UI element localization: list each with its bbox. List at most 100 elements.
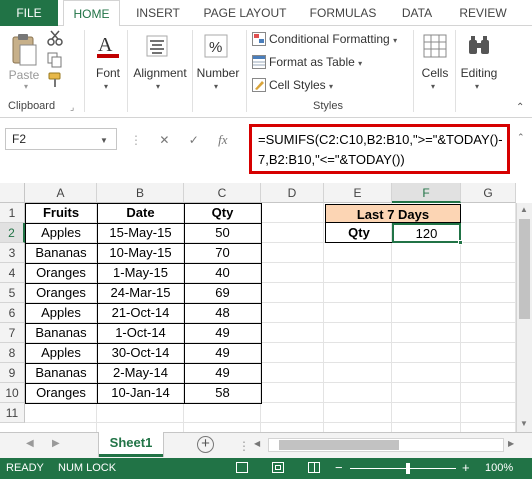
- selected-cell-f2[interactable]: 120: [392, 223, 461, 243]
- cell-styles-button[interactable]: Cell Styles ▾: [269, 78, 333, 92]
- table-cell[interactable]: Apples: [25, 343, 97, 363]
- table-cell[interactable]: 30-Oct-14: [97, 343, 184, 363]
- column-header-b[interactable]: B: [97, 183, 184, 203]
- table-cell[interactable]: Apples: [25, 223, 97, 243]
- row-header-2[interactable]: 2: [0, 223, 25, 243]
- summary-title-cell[interactable]: Last 7 Days: [325, 204, 461, 223]
- page-layout-view-icon[interactable]: [272, 462, 284, 473]
- table-cell[interactable]: 58: [184, 383, 261, 403]
- sheet-tab-sheet1[interactable]: Sheet1: [99, 432, 163, 457]
- format-as-table-button[interactable]: Format as Table ▾: [269, 55, 362, 69]
- paste-icon[interactable]: [10, 32, 38, 71]
- percent-icon[interactable]: %: [204, 34, 228, 61]
- new-sheet-icon[interactable]: +: [197, 436, 214, 453]
- enter-icon[interactable]: ✓: [189, 133, 199, 147]
- row-header-5[interactable]: 5: [0, 283, 25, 303]
- table-cell[interactable]: 69: [184, 283, 261, 303]
- table-cell[interactable]: 49: [184, 323, 261, 343]
- scroll-down-icon[interactable]: ▼: [520, 419, 528, 428]
- scroll-left-icon[interactable]: ◀: [254, 439, 260, 448]
- table-cell[interactable]: Bananas: [25, 243, 97, 263]
- table-cell[interactable]: Apples: [25, 303, 97, 323]
- vertical-scroll-thumb[interactable]: [519, 219, 530, 319]
- font-icon[interactable]: A: [94, 32, 122, 63]
- cell-styles-icon[interactable]: [252, 78, 266, 95]
- editing-dropdown-icon[interactable]: ▾: [475, 82, 479, 91]
- table-cell[interactable]: Oranges: [25, 283, 97, 303]
- hscroll-splitter-icon[interactable]: ⋮: [238, 439, 250, 453]
- tab-file[interactable]: FILE: [0, 0, 58, 26]
- row-header-10[interactable]: 10: [0, 383, 25, 403]
- binoculars-icon[interactable]: [467, 34, 491, 61]
- table-cell[interactable]: Oranges: [25, 383, 97, 403]
- zoom-in-button[interactable]: +: [462, 460, 470, 475]
- row-header-11[interactable]: 11: [0, 403, 25, 423]
- row-header-1[interactable]: 1: [0, 203, 25, 223]
- next-sheet-icon[interactable]: ▶: [52, 438, 60, 449]
- column-header-e[interactable]: E: [324, 183, 392, 203]
- table-cell[interactable]: 24-Mar-15: [97, 283, 184, 303]
- table-cell[interactable]: Bananas: [25, 323, 97, 343]
- row-header-9[interactable]: 9: [0, 363, 25, 383]
- number-label[interactable]: Number: [193, 66, 243, 80]
- paste-dropdown-icon[interactable]: ▾: [24, 82, 28, 91]
- tab-data[interactable]: DATA: [392, 0, 442, 26]
- tab-review[interactable]: REVIEW: [448, 0, 518, 26]
- table-cell[interactable]: 21-Oct-14: [97, 303, 184, 323]
- font-label[interactable]: Font: [88, 66, 128, 80]
- column-header-g[interactable]: G: [461, 183, 516, 203]
- row-header-8[interactable]: 8: [0, 343, 25, 363]
- cells-dropdown-icon[interactable]: ▾: [431, 82, 435, 91]
- formula-bar-collapse-icon[interactable]: ⌃: [517, 132, 525, 143]
- table-header-qty[interactable]: Qty: [184, 203, 261, 223]
- conditional-formatting-icon[interactable]: [252, 32, 266, 49]
- table-cell[interactable]: 49: [184, 363, 261, 383]
- vertical-scrollbar[interactable]: ▲ ▼: [516, 203, 532, 432]
- table-cell[interactable]: 50: [184, 223, 261, 243]
- column-header-a[interactable]: A: [25, 183, 97, 203]
- paste-label[interactable]: Paste: [6, 68, 42, 82]
- cells-icon[interactable]: [423, 34, 447, 61]
- tab-insert[interactable]: INSERT: [124, 0, 192, 26]
- alignment-icon[interactable]: [145, 34, 169, 61]
- clipboard-launcher-icon[interactable]: ⌟: [70, 102, 74, 113]
- table-cell[interactable]: 1-Oct-14: [97, 323, 184, 343]
- column-header-c[interactable]: C: [184, 183, 261, 203]
- tab-home[interactable]: HOME: [63, 0, 120, 27]
- cancel-icon[interactable]: ✕: [159, 133, 169, 147]
- row-header-7[interactable]: 7: [0, 323, 25, 343]
- tab-formulas[interactable]: FORMULAS: [298, 0, 388, 26]
- select-all-corner[interactable]: [0, 183, 25, 203]
- copy-icon[interactable]: [47, 52, 63, 71]
- zoom-slider[interactable]: [350, 468, 456, 469]
- table-cell[interactable]: 40: [184, 263, 261, 283]
- row-header-3[interactable]: 3: [0, 243, 25, 263]
- table-cell[interactable]: 70: [184, 243, 261, 263]
- table-header-fruits[interactable]: Fruits: [25, 203, 97, 223]
- table-cell[interactable]: 48: [184, 303, 261, 323]
- table-cell[interactable]: 15-May-15: [97, 223, 184, 243]
- scroll-right-icon[interactable]: ▶: [508, 439, 514, 448]
- row-header-6[interactable]: 6: [0, 303, 25, 323]
- editing-label[interactable]: Editing: [456, 66, 502, 80]
- insert-function-icon[interactable]: fx: [218, 132, 227, 147]
- scroll-up-icon[interactable]: ▲: [520, 205, 528, 214]
- horizontal-scroll-thumb[interactable]: [279, 440, 399, 450]
- zoom-slider-thumb[interactable]: [406, 463, 410, 474]
- conditional-formatting-button[interactable]: Conditional Formatting ▾: [269, 32, 397, 46]
- cut-icon[interactable]: [47, 30, 63, 49]
- font-dropdown-icon[interactable]: ▾: [104, 82, 108, 91]
- table-cell[interactable]: Oranges: [25, 263, 97, 283]
- collapse-ribbon-icon[interactable]: ⌃: [516, 102, 524, 113]
- number-dropdown-icon[interactable]: ▾: [214, 82, 218, 91]
- fill-handle[interactable]: [458, 240, 463, 245]
- horizontal-scrollbar[interactable]: [268, 438, 504, 452]
- zoom-level[interactable]: 100%: [485, 462, 513, 474]
- name-box-dropdown-icon[interactable]: ▼: [100, 136, 108, 145]
- alignment-dropdown-icon[interactable]: ▾: [156, 82, 160, 91]
- page-break-view-icon[interactable]: [308, 462, 320, 473]
- table-cell[interactable]: 1-May-15: [97, 263, 184, 283]
- table-cell[interactable]: 10-Jan-14: [97, 383, 184, 403]
- column-header-f[interactable]: F: [392, 183, 461, 203]
- zoom-out-button[interactable]: −: [335, 460, 343, 475]
